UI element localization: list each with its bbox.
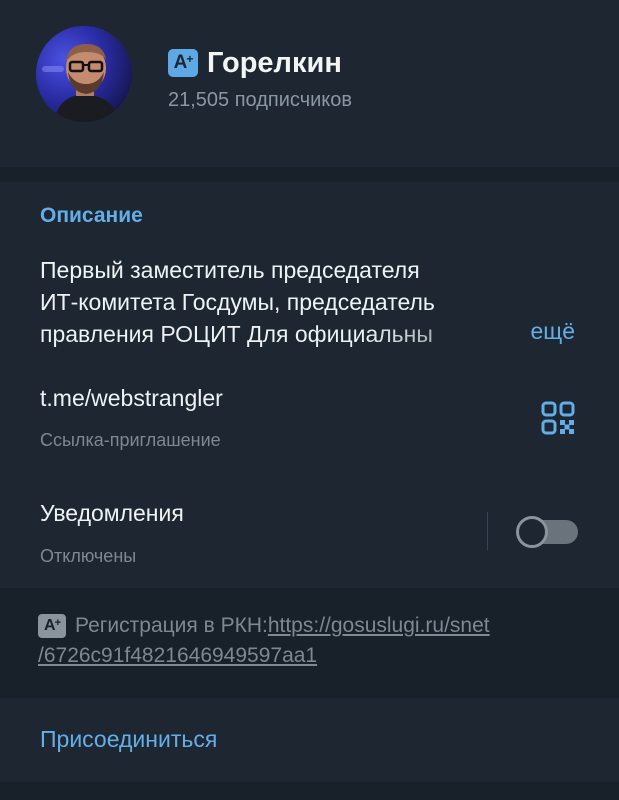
- join-button[interactable]: Присоединиться: [0, 698, 619, 782]
- qr-code-icon[interactable]: [541, 401, 575, 435]
- channel-name: Горелкин: [207, 46, 342, 79]
- show-more-link[interactable]: ещё: [530, 318, 575, 345]
- join-label: Присоединиться: [40, 726, 218, 752]
- toggle-knob: [516, 516, 548, 548]
- notifications-toggle[interactable]: [516, 516, 578, 548]
- invite-link-label: Ссылка-приглашение: [40, 430, 221, 450]
- registration-prefix: Регистрация в РКН:: [75, 614, 268, 637]
- registration-badge-icon: A +: [38, 614, 66, 638]
- bottom-strip: [0, 782, 619, 800]
- channel-header: A + Горелкин 21,505 подписчиков: [0, 0, 619, 167]
- channel-info-panel: Описание Первый заместитель председателя…: [0, 182, 619, 588]
- subscriber-count: 21,505 подписчиков: [168, 89, 353, 111]
- registration-notice: A + Регистрация в РКН: https://gosuslugi.…: [0, 602, 619, 698]
- channel-description[interactable]: Первый заместитель председателя ИТ-комит…: [40, 254, 580, 350]
- channel-title-row: A + Горелкин: [168, 46, 342, 80]
- description-line-3: правления РОЦИТ Для официальны: [40, 318, 580, 350]
- channel-info-screen: A + Горелкин 21,505 подписчиков Описание …: [0, 0, 619, 800]
- channel-badge-icon: A +: [168, 49, 198, 77]
- notifications-label[interactable]: Уведомления: [40, 500, 184, 527]
- registration-url-part-2[interactable]: /6726c91f4821646949597aa1: [38, 644, 317, 668]
- notifications-status: Отключены: [40, 546, 137, 566]
- invite-link[interactable]: t.me/webstrangler: [40, 385, 223, 412]
- registration-line-1: A + Регистрация в РКН: https://gosuslugi.…: [38, 612, 490, 640]
- description-line-2: ИТ-комитета Госдумы, председатель: [40, 289, 435, 315]
- channel-avatar[interactable]: [36, 26, 132, 122]
- description-title: Описание: [40, 204, 143, 227]
- registration-url-part-1[interactable]: https://gosuslugi.ru/snet: [268, 614, 490, 638]
- divider: [487, 512, 488, 550]
- description-line-1: Первый заместитель председателя: [40, 257, 420, 283]
- avatar-photo: [36, 26, 132, 122]
